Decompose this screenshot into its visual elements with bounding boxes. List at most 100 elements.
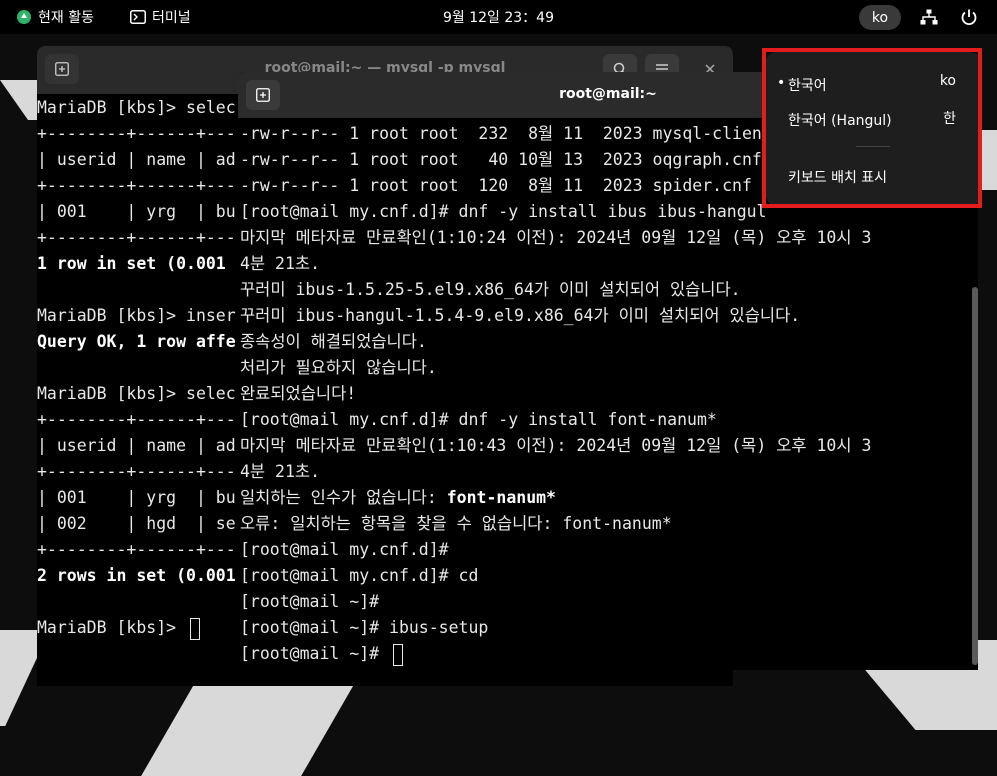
menu-item-code: 한 bbox=[943, 111, 956, 127]
terminal-line: [root@mail ~]# ibus-setup bbox=[240, 615, 970, 641]
activities-icon bbox=[17, 10, 31, 24]
terminal-line: 4분 21초. bbox=[240, 459, 970, 485]
terminal-line-text: +--------+------+---- bbox=[37, 124, 239, 143]
terminal-line: MariaDB [kbs]> selec bbox=[37, 381, 239, 407]
app-menu-terminal[interactable]: 터미널 bbox=[130, 0, 191, 34]
clock-label[interactable]: 9월 12일 23：49 bbox=[443, 7, 554, 27]
terminal-line: 꾸러미 ibus-1.5.25-5.el9.x86_64가 이미 설치되어 있습… bbox=[240, 277, 970, 303]
terminal-line-text: [root@mail ~]# ibus-setup bbox=[240, 618, 489, 637]
terminal-line-text: | 001 | yrg | bu bbox=[37, 488, 236, 507]
terminal-line: 일치하는 인수가 없습니다: font-nanum* bbox=[240, 485, 970, 511]
terminal-line-text: -rw-r--r-- 1 root root 120 8월 11 2023 sp… bbox=[240, 176, 752, 195]
terminal-line: 처리가 필요하지 않습니다. bbox=[240, 355, 970, 381]
menu-item-korean-hangul[interactable]: 한국어 (Hangul) 한 bbox=[766, 105, 980, 135]
terminal-line: | userid | name | ad bbox=[37, 147, 239, 173]
terminal-line-text: [root@mail my.cnf.d]# dnf -y install fon… bbox=[240, 410, 717, 429]
terminal-line-text: 처리가 필요하지 않습니다. bbox=[240, 358, 437, 377]
input-source-indicator[interactable]: ko bbox=[859, 5, 901, 30]
terminal-output-back[interactable]: MariaDB [kbs]> selec +--------+------+---… bbox=[37, 95, 239, 641]
terminal-line-text: MariaDB [kbs]> selec bbox=[37, 384, 236, 403]
terminal-line: [root@mail my.cnf.d]# cd bbox=[240, 563, 970, 589]
terminal-line: Query OK, 1 row affe bbox=[37, 329, 239, 355]
terminal-line: MariaDB [kbs]> selec bbox=[37, 95, 239, 121]
terminal-line-text: -rw-r--r-- 1 root root 40 10월 13 2023 oq… bbox=[240, 150, 762, 169]
terminal-line-text: 4분 21초. bbox=[240, 254, 321, 273]
terminal-line-text: [root@mail my.cnf.d]# dnf -y install ibu… bbox=[240, 202, 767, 221]
input-source-label: ko bbox=[871, 9, 889, 26]
terminal-line-text: 일치하는 인수가 없습니다: bbox=[240, 488, 447, 507]
terminal-line-text: [root@mail ~]# bbox=[240, 592, 380, 611]
terminal-line: | 001 | yrg | bu bbox=[37, 485, 239, 511]
terminal-line-text: +--------+------+---- bbox=[37, 410, 239, 429]
terminal-line-text: 마지막 메타자료 만료확인(1:10:43 이전): 2024년 09월 12일… bbox=[240, 436, 872, 455]
terminal-line: | 001 | yrg | bu bbox=[37, 199, 239, 225]
terminal-line-text: 2 rows in set (0.001 bbox=[37, 566, 236, 585]
terminal-line: +--------+------+---- bbox=[37, 537, 239, 563]
input-source-menu: • 한국어 ko 한국어 (Hangul) 한 키보드 배치 표시 bbox=[766, 52, 980, 206]
top-bar: 현재 활동 터미널 9월 12일 23：49 ko bbox=[0, 0, 997, 34]
menu-item-label: 한국어 bbox=[788, 78, 827, 94]
terminal-line: [root@mail my.cnf.d]# bbox=[240, 537, 970, 563]
terminal-line-text: +--------+------+---- bbox=[37, 462, 239, 481]
power-icon[interactable] bbox=[960, 8, 978, 26]
terminal-line: MariaDB [kbs]> inser bbox=[37, 303, 239, 329]
terminal-line-text: MariaDB [kbs]> bbox=[37, 618, 187, 637]
terminal-line-text: +--------+------+---- bbox=[37, 176, 239, 195]
terminal-line: 4분 21초. bbox=[240, 251, 970, 277]
terminal-line: +--------+------+---- bbox=[37, 459, 239, 485]
terminal-line: +--------+------+---- bbox=[37, 173, 239, 199]
menu-separator bbox=[856, 146, 890, 147]
terminal-line: | userid | name | ad bbox=[37, 433, 239, 459]
terminal-line: 1 row in set (0.001 bbox=[37, 251, 239, 277]
terminal-line: +--------+------+---- bbox=[37, 225, 239, 251]
terminal-line-text: | userid | name | ad bbox=[37, 150, 236, 169]
terminal-cursor bbox=[393, 643, 404, 666]
terminal-line-text: | userid | name | ad bbox=[37, 436, 236, 455]
terminal-line-text: 완료되었습니다! bbox=[240, 384, 357, 403]
activities-button[interactable]: 현재 활동 bbox=[16, 0, 94, 34]
terminal-line-text: 꾸러미 ibus-1.5.25-5.el9.x86_64가 이미 설치되어 있습… bbox=[240, 280, 741, 299]
terminal-line: +--------+------+---- bbox=[37, 407, 239, 433]
terminal-line-text: [root@mail my.cnf.d]# cd bbox=[240, 566, 479, 585]
selected-dot-icon: • bbox=[777, 75, 786, 91]
terminal-line-text: [root@mail my.cnf.d]# bbox=[240, 540, 449, 559]
terminal-line-text: 마지막 메타자료 만료확인(1:10:24 이전): 2024년 09월 12일… bbox=[240, 228, 872, 247]
terminal-line-text: 오류: 일치하는 항목을 찾을 수 없습니다: font-nanum* bbox=[240, 514, 672, 533]
terminal-line-text: 종속성이 해결되었습니다. bbox=[240, 332, 427, 351]
terminal-line: [root@mail ~]# bbox=[240, 589, 970, 615]
terminal-icon bbox=[130, 10, 146, 24]
terminal-scrollbar[interactable] bbox=[972, 287, 978, 665]
network-icon[interactable] bbox=[920, 9, 938, 25]
terminal-line: 마지막 메타자료 만료확인(1:10:43 이전): 2024년 09월 12일… bbox=[240, 433, 970, 459]
terminal-line: 완료되었습니다! bbox=[240, 381, 970, 407]
terminal-line: 종속성이 해결되었습니다. bbox=[240, 329, 970, 355]
terminal-line: +--------+------+---- bbox=[37, 121, 239, 147]
terminal-line: 꾸러미 ibus-hangul-1.5.4-9.el9.x86_64가 이미 설… bbox=[240, 303, 970, 329]
terminal-line-text: 1 row in set (0.001 bbox=[37, 254, 226, 273]
menu-item-korean[interactable]: • 한국어 ko bbox=[766, 70, 980, 100]
terminal-line: 오류: 일치하는 항목을 찾을 수 없습니다: font-nanum* bbox=[240, 511, 970, 537]
terminal-line-text: 꾸러미 ibus-hangul-1.5.4-9.el9.x86_64가 이미 설… bbox=[240, 306, 801, 325]
terminal-line: | 002 | hgd | se bbox=[37, 511, 239, 537]
terminal-line-text: Query OK, 1 row affe bbox=[37, 332, 236, 351]
terminal-cursor bbox=[190, 617, 201, 640]
terminal-line: 마지막 메타자료 만료확인(1:10:24 이전): 2024년 09월 12일… bbox=[240, 225, 970, 251]
terminal-line-text: [root@mail ~]# bbox=[240, 644, 390, 663]
activities-label: 현재 활동 bbox=[38, 10, 94, 26]
menu-item-show-keyboard-layout[interactable]: 키보드 배치 표시 bbox=[766, 162, 980, 192]
app-menu-label: 터미널 bbox=[152, 10, 191, 26]
terminal-line: MariaDB [kbs]> bbox=[37, 615, 239, 641]
terminal-line-text: MariaDB [kbs]> selec bbox=[37, 98, 236, 117]
terminal-line-text: | 002 | hgd | se bbox=[37, 514, 236, 533]
terminal-line: 2 rows in set (0.001 bbox=[37, 563, 239, 589]
terminal-line: [root@mail my.cnf.d]# dnf -y install fon… bbox=[240, 407, 970, 433]
terminal-line-text: +--------+------+---- bbox=[37, 228, 239, 247]
terminal-line-text: -rw-r--r-- 1 root root 232 8월 11 2023 my… bbox=[240, 124, 822, 143]
terminal-line-text: 4분 21초. bbox=[240, 462, 321, 481]
menu-item-label: 한국어 (Hangul) bbox=[788, 113, 892, 129]
menu-item-code: ko bbox=[939, 73, 956, 89]
terminal-line: [root@mail ~]# bbox=[240, 641, 970, 667]
